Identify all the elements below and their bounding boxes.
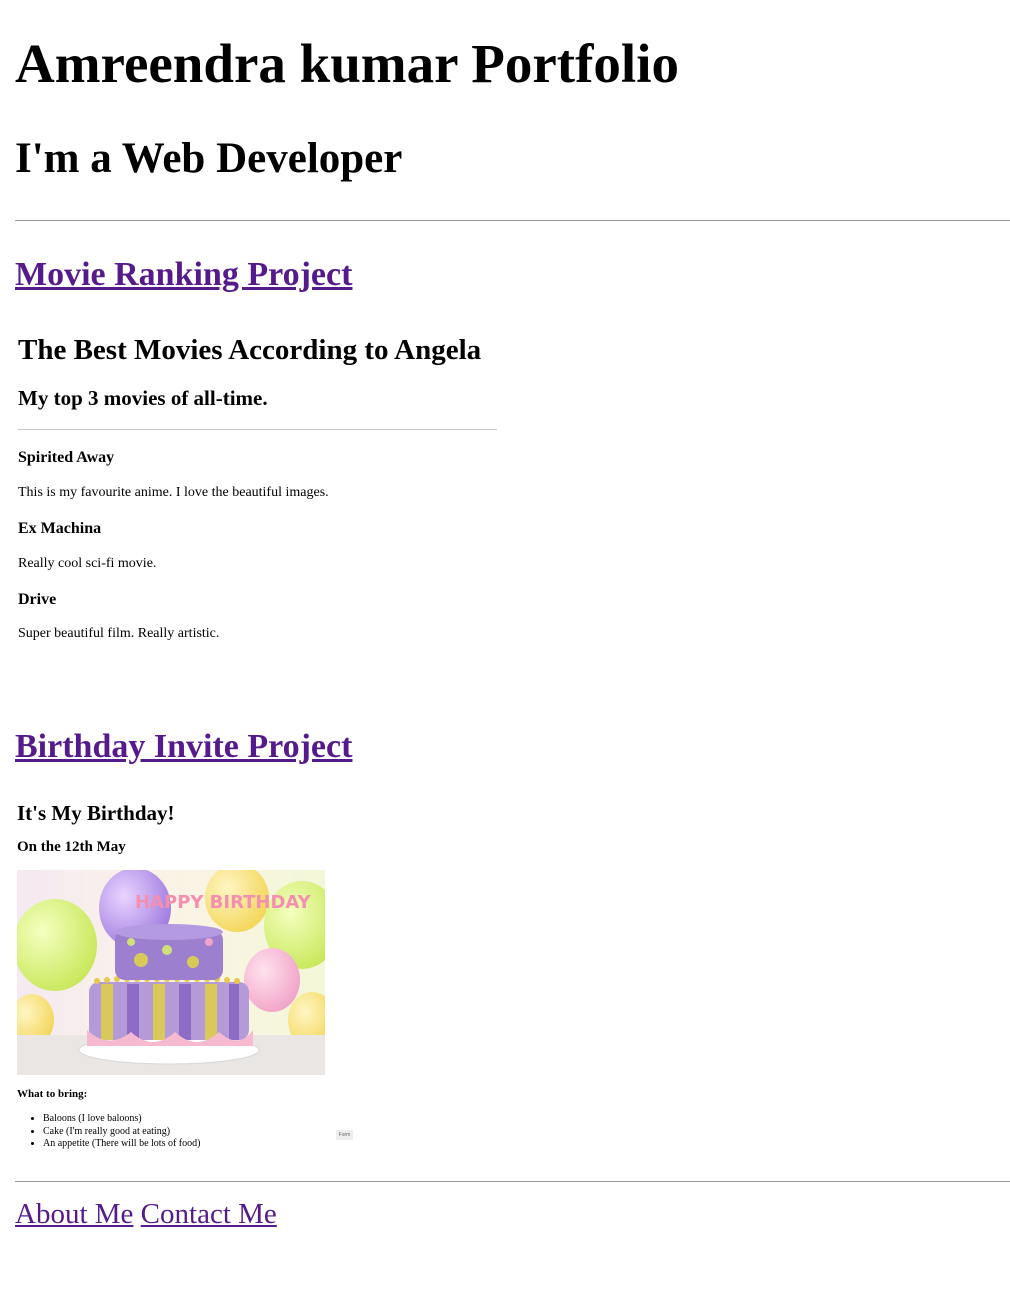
bring-list: Baloons (I love baloons) Cake (I'm reall… — [17, 1113, 200, 1151]
cake-topper-text: HAPPY BIRTHDAY — [135, 892, 312, 913]
movie-description: Super beautiful film. Really artistic. — [18, 626, 220, 641]
movie-divider — [18, 429, 497, 430]
about-me-link[interactable]: About Me — [15, 1198, 133, 1230]
list-item: Baloons (I love baloons) — [43, 1113, 200, 1126]
movie-ranking-project-link[interactable]: Movie Ranking Project — [15, 255, 352, 295]
list-item: An appetite (There will be lots of food) — [43, 1138, 200, 1151]
list-item: Cake (I'm really good at eating) — [43, 1126, 200, 1139]
movie-description: Really cool sci-fi movie. — [18, 556, 157, 571]
page-subtitle: I'm a Web Developer — [15, 135, 403, 182]
birthday-invite-preview: It's My Birthday! On the 12th May HAPPY … — [15, 795, 360, 1155]
movie-name: Spirited Away — [18, 449, 115, 466]
birthday-date: On the 12th May — [17, 839, 126, 855]
movie-ranking-preview: The Best Movies According to Angela My t… — [15, 320, 515, 680]
footer-nav: About Me Contact Me — [15, 1196, 277, 1232]
divider-bottom — [15, 1181, 1010, 1182]
movie-page-subtitle: My top 3 movies of all-time. — [18, 386, 268, 410]
form-stub: Form — [336, 1130, 353, 1140]
page-title: Amreendra kumar Portfolio — [15, 33, 679, 94]
movie-description: This is my favourite anime. I love the b… — [18, 485, 329, 500]
birthday-cake-image: HAPPY BIRTHDAY — [17, 870, 325, 1075]
movie-name: Drive — [18, 591, 57, 608]
birthday-title: It's My Birthday! — [17, 801, 175, 825]
movie-page-title: The Best Movies According to Angela — [18, 334, 482, 366]
birthday-invite-project-link[interactable]: Birthday Invite Project — [15, 727, 352, 767]
divider-top — [15, 220, 1010, 221]
what-to-bring-heading: What to bring: — [17, 1088, 88, 1100]
contact-me-link[interactable]: Contact Me — [141, 1198, 277, 1230]
movie-name: Ex Machina — [18, 520, 102, 537]
